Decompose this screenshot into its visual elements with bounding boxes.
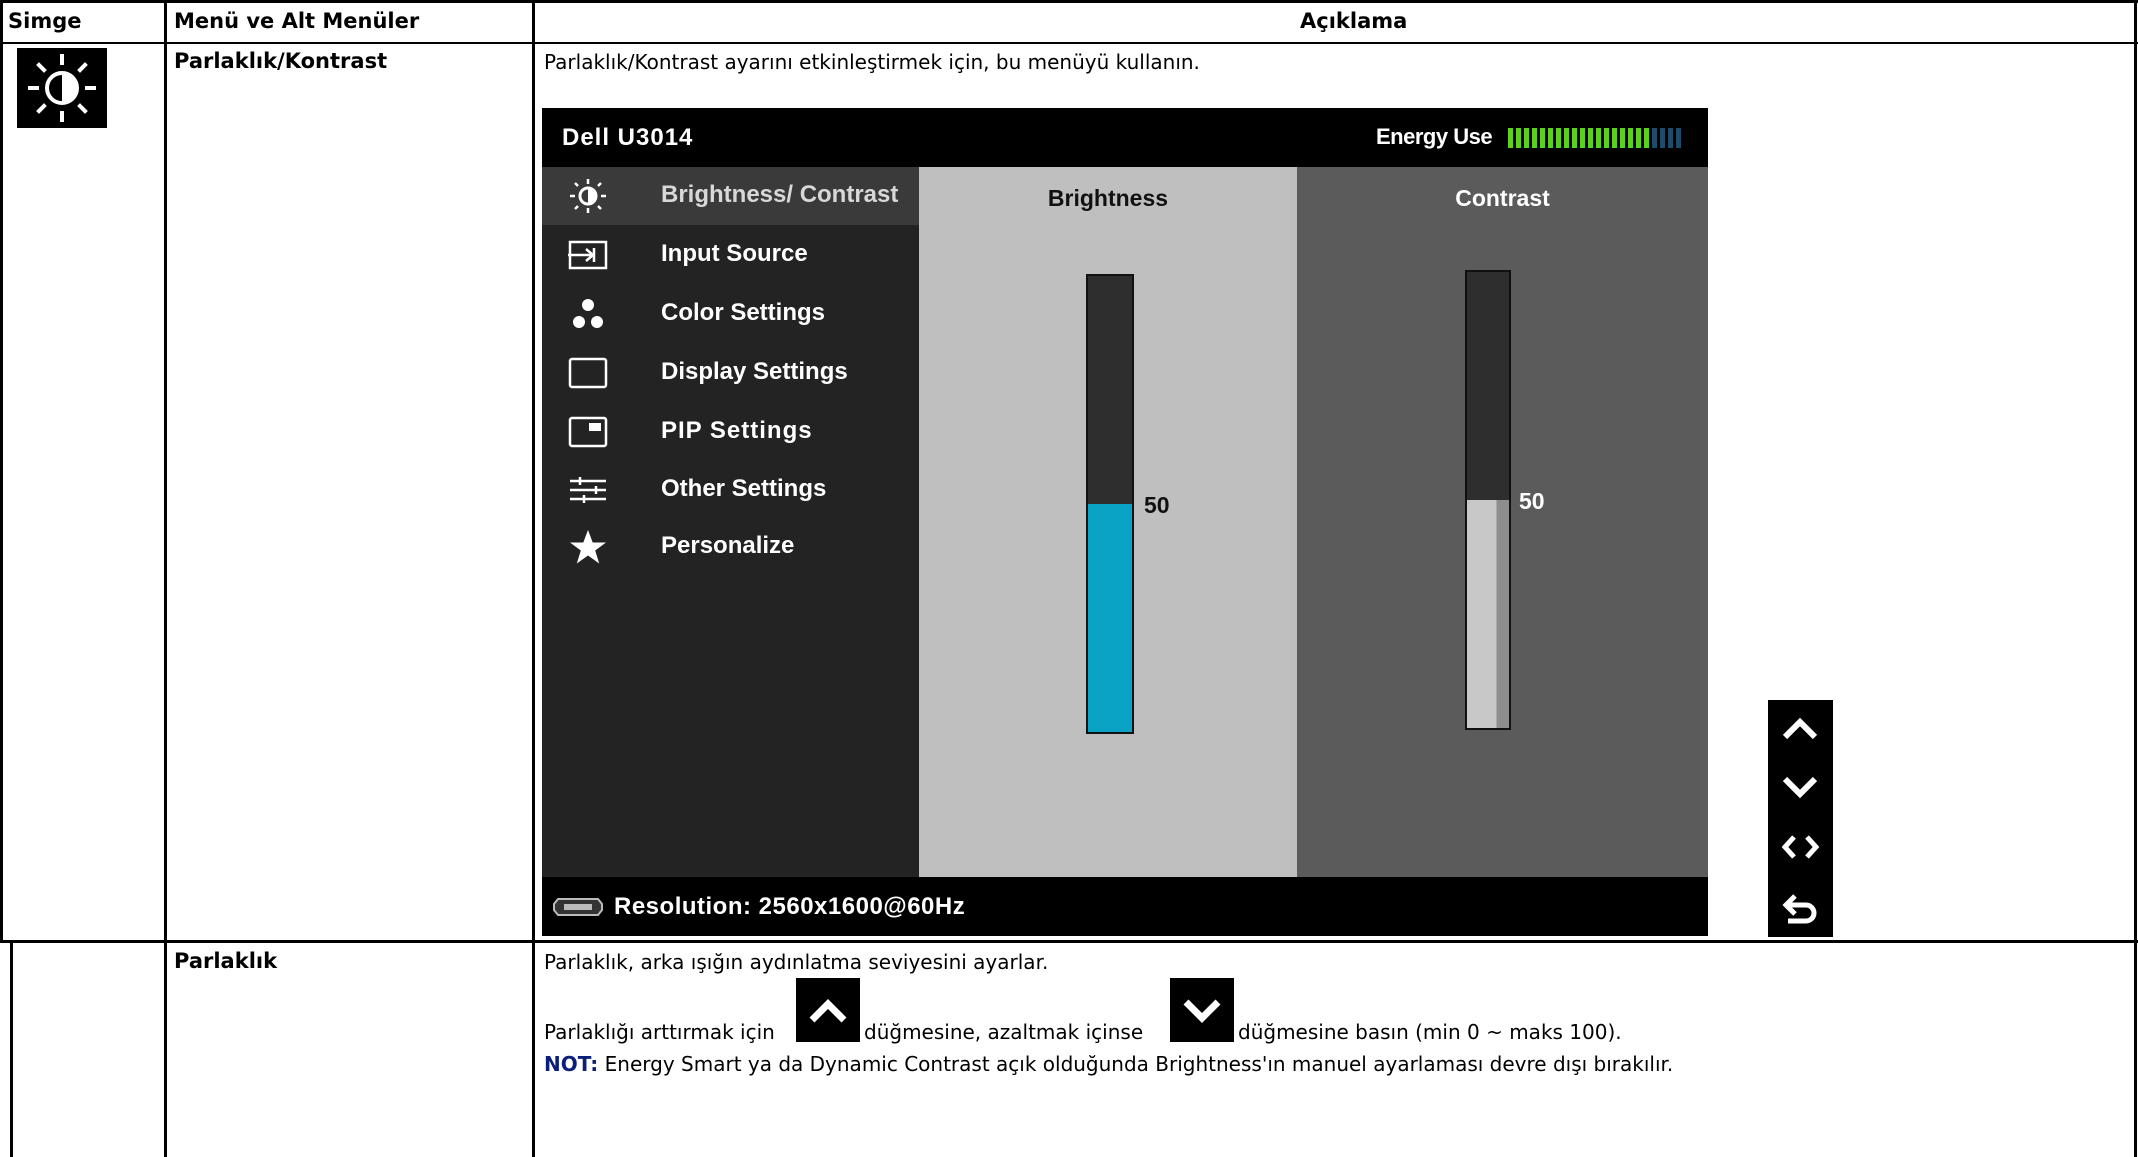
menu-item-color-settings[interactable]: Color Settings xyxy=(542,285,919,343)
contrast-slider-fill xyxy=(1467,500,1509,728)
contrast-panel: Contrast 50 xyxy=(1297,167,1708,877)
menu-item-pip-settings[interactable]: PIP Settings xyxy=(542,403,919,461)
input-source-icon xyxy=(568,240,608,270)
energy-segment xyxy=(1508,128,1513,148)
star-icon xyxy=(570,530,606,564)
inline-down-button xyxy=(1170,978,1234,1042)
menu-item-input-source[interactable]: Input Source xyxy=(542,226,919,284)
instr-text-a: Parlaklığı arttırmak için xyxy=(544,1020,775,1044)
back-button[interactable] xyxy=(1768,877,1833,936)
left-right-arrow-icon xyxy=(1781,835,1820,859)
back-icon xyxy=(1782,894,1817,924)
osd-status-bar: Resolution: 2560x1600@60Hz xyxy=(542,877,1708,936)
menu-item-label: Other Settings xyxy=(661,475,827,502)
up-arrow-icon xyxy=(1782,717,1818,740)
energy-segment xyxy=(1588,128,1593,148)
osd-navigation-buttons xyxy=(1768,700,1833,937)
header-menu: Menü ve Alt Menüler xyxy=(174,9,420,33)
energy-segment xyxy=(1532,128,1537,148)
display-port-icon xyxy=(553,898,603,916)
brightness-panel: Brightness 50 xyxy=(919,167,1297,877)
brightness-title: Brightness xyxy=(1047,185,1169,211)
select-button[interactable] xyxy=(1768,818,1833,877)
menu-brightness-contrast: Parlaklık/Kontrast xyxy=(174,49,388,73)
energy-segment xyxy=(1620,128,1625,148)
header-description: Açıklama xyxy=(1300,9,1408,33)
energy-segment xyxy=(1660,128,1665,148)
energy-segment xyxy=(1676,128,1681,148)
brightness-slider-fill xyxy=(1088,504,1132,732)
menu-item-label: PIP Settings xyxy=(661,417,813,444)
energy-segment xyxy=(1644,128,1649,148)
energy-segment xyxy=(1548,128,1553,148)
color-settings-icon xyxy=(573,299,603,328)
other-settings-icon xyxy=(570,477,606,503)
instr-text-c: düğmesine basın (min 0 ~ maks 100). xyxy=(1238,1020,1622,1044)
header-icon: Simge xyxy=(8,9,82,33)
contrast-title: Contrast xyxy=(1455,185,1550,211)
energy-segment xyxy=(1604,128,1609,148)
description-brightness-contrast: Parlaklık/Kontrast ayarını etkinleştirme… xyxy=(544,50,1200,74)
energy-use-meter xyxy=(1508,128,1688,148)
brightness-value: 50 xyxy=(1144,492,1170,518)
instr-text-b: düğmesine, azaltmak içinse xyxy=(864,1020,1144,1044)
inline-up-button xyxy=(796,978,860,1042)
menu-item-label: Color Settings xyxy=(661,299,826,326)
menu-item-label: Input Source xyxy=(661,240,808,267)
energy-segment xyxy=(1636,128,1641,148)
osd-menu-list: Brightness/ Contrast Input Source Color … xyxy=(542,167,919,587)
brightness-description: Parlaklık, arka ışığın aydınlatma seviye… xyxy=(544,950,1049,974)
energy-segment xyxy=(1652,128,1657,148)
energy-segment xyxy=(1580,128,1585,148)
osd-screenshot: Dell U3014 Energy Use Brightness/ Contra… xyxy=(542,108,1708,936)
osd-title-bar: Dell U3014 Energy Use xyxy=(542,108,1708,167)
energy-segment xyxy=(1596,128,1601,148)
energy-segment xyxy=(1556,128,1561,148)
energy-segment xyxy=(1540,128,1545,148)
menu-item-personalize[interactable]: Personalize xyxy=(542,518,919,576)
osd-model: Dell U3014 xyxy=(562,124,694,151)
brightness-icon xyxy=(17,48,107,128)
down-arrow-icon xyxy=(1183,999,1221,1023)
menu-item-label: Brightness/ Contrast xyxy=(661,181,899,208)
energy-segment xyxy=(1564,128,1569,148)
menu-item-label: Personalize xyxy=(661,532,795,559)
energy-segment xyxy=(1516,128,1521,148)
note-text: Energy Smart ya da Dynamic Contrast açık… xyxy=(604,1052,1674,1076)
brightness-note: NOT: Energy Smart ya da Dynamic Contrast… xyxy=(544,1052,1673,1076)
down-arrow-icon xyxy=(1782,776,1818,799)
up-button[interactable] xyxy=(1768,700,1833,759)
energy-segment xyxy=(1668,128,1673,148)
brightness-icon xyxy=(570,179,606,213)
resolution-text: Resolution: 2560x1600@60Hz xyxy=(614,893,966,920)
brightness-slider[interactable] xyxy=(1086,274,1134,734)
energy-segment xyxy=(1628,128,1633,148)
contrast-slider[interactable] xyxy=(1465,270,1511,730)
menu-item-label: Display Settings xyxy=(661,358,848,385)
contrast-value: 50 xyxy=(1519,488,1545,514)
down-button[interactable] xyxy=(1768,759,1833,818)
menu-item-display-settings[interactable]: Display Settings xyxy=(542,344,919,402)
energy-segment xyxy=(1572,128,1577,148)
energy-segment xyxy=(1524,128,1529,148)
brightness-instructions: Parlaklığı arttırmak için düğmesine, aza… xyxy=(544,1020,1944,1050)
menu-item-other-settings[interactable]: Other Settings xyxy=(542,461,919,519)
pip-settings-icon xyxy=(568,416,608,448)
note-label: NOT: xyxy=(544,1052,599,1076)
energy-use-label: Energy Use xyxy=(1376,124,1493,149)
display-settings-icon xyxy=(568,357,608,389)
energy-segment xyxy=(1612,128,1617,148)
up-arrow-icon xyxy=(809,999,847,1023)
menu-item-brightness-contrast[interactable]: Brightness/ Contrast xyxy=(542,167,919,225)
menu-brightness: Parlaklık xyxy=(174,949,278,973)
